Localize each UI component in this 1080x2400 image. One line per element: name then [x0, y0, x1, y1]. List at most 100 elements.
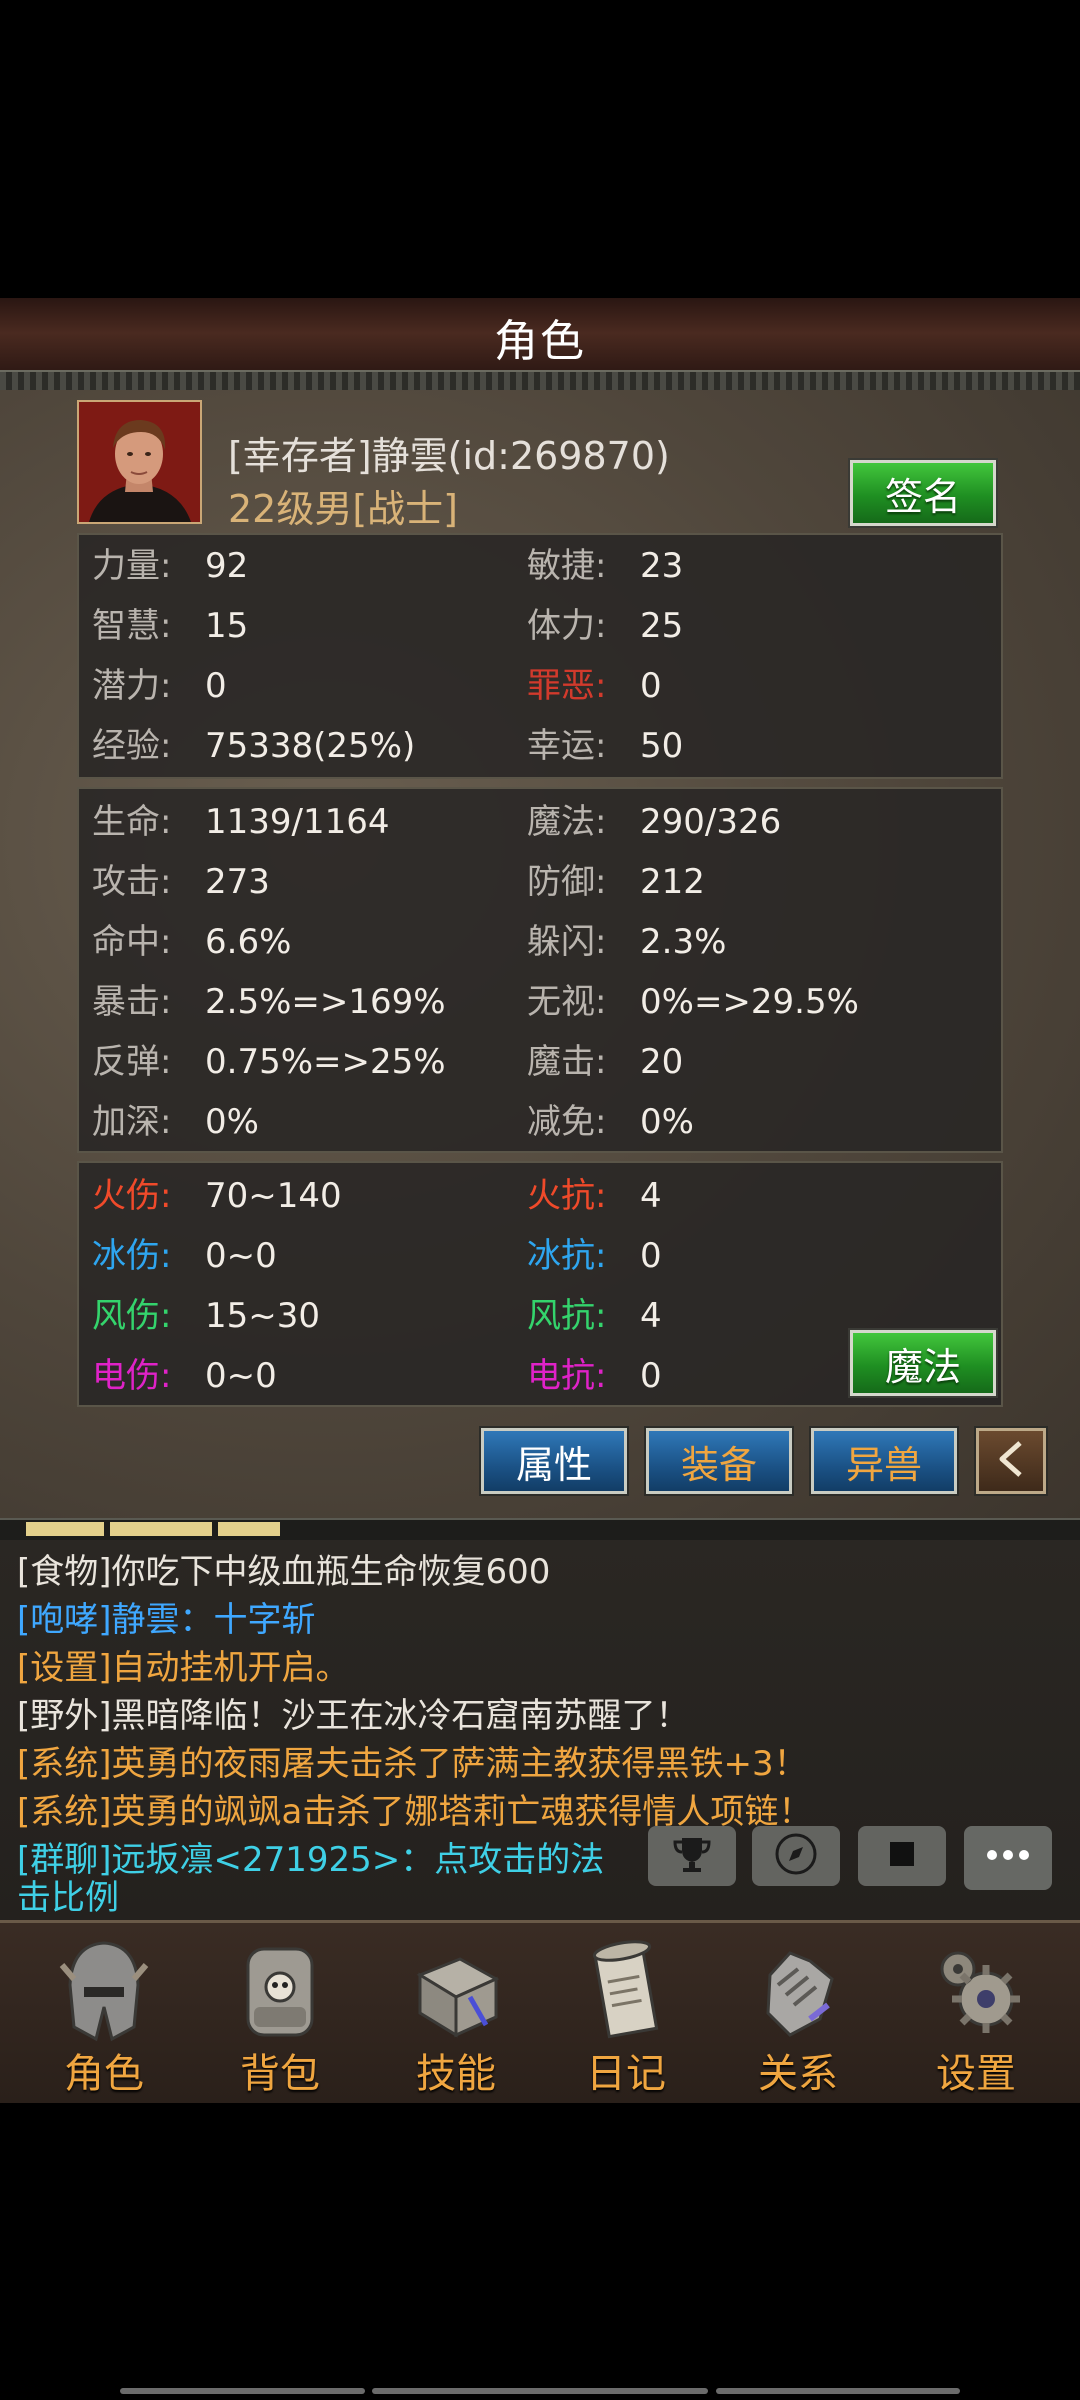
tab-attributes[interactable]: 属性 [479, 1426, 629, 1496]
compass-button[interactable] [752, 1826, 840, 1886]
nav-item-settings[interactable]: 设置 [888, 1923, 1064, 2103]
skill-book-icon [408, 1935, 504, 2045]
stat-value-wisdom: 15 [205, 606, 249, 646]
scroll-icon [578, 1935, 674, 2045]
chat-line: [系统]英勇的夜雨屠夫击杀了萨满主教获得黑铁+3！ [17, 1744, 808, 1784]
stat-value-dodge: 2.3% [640, 922, 727, 962]
stat-value-ignore: 0%=>29.5% [640, 982, 859, 1022]
stat-value-hp: 1139/1164 [205, 802, 390, 842]
stop-button[interactable] [858, 1826, 946, 1886]
stat-row: 攻击: 273 防御: 212 [79, 857, 1001, 907]
stat-row: 命中: 6.6% 躲闪: 2.3% [79, 917, 1001, 967]
stat-value-sin: 0 [640, 666, 662, 706]
stat-label-electric-damage: 电伤: [92, 1356, 172, 1396]
magic-button[interactable]: 魔法 [848, 1328, 998, 1398]
stat-label-strength: 力量: [92, 546, 172, 586]
stat-value-mp: 290/326 [640, 802, 782, 842]
stat-value-fire-damage: 70~140 [205, 1176, 342, 1216]
stat-label-attack: 攻击: [92, 862, 172, 902]
nav-label-diary: 日记 [586, 2051, 666, 2097]
trophy-button[interactable] [648, 1826, 736, 1886]
stat-label-dodge: 躲闪: [527, 922, 607, 962]
gauntlet-icon [750, 1935, 846, 2045]
tab-beast[interactable]: 异兽 [809, 1426, 959, 1496]
nav-label-settings: 设置 [936, 2051, 1016, 2097]
nav-item-relations[interactable]: 关系 [710, 1923, 886, 2103]
nav-label-relations: 关系 [758, 2051, 838, 2097]
compass-icon [773, 1831, 819, 1881]
stat-value-attack: 273 [205, 862, 270, 902]
stat-value-electric-damage: 0~0 [205, 1356, 277, 1396]
player-name: [幸存者]静雲(id:269870) [228, 434, 670, 478]
stat-value-reflect: 0.75%=>25% [205, 1042, 446, 1082]
backpack-icon [232, 1935, 328, 2045]
chat-scroll-tick [110, 1522, 212, 1536]
trophy-icon [670, 1832, 714, 1880]
stat-value-stamina: 25 [640, 606, 684, 646]
stat-value-experience: 75338(25%) [205, 726, 416, 766]
stat-label-stamina: 体力: [527, 606, 607, 646]
stat-label-mp: 魔法: [527, 802, 607, 842]
sign-button[interactable]: 签名 [848, 458, 998, 528]
stat-label-ignore: 无视: [527, 982, 607, 1022]
combat-stats-box: 生命: 1139/1164 魔法: 290/326 攻击: 273 防御: 21… [77, 787, 1003, 1153]
nav-item-diary[interactable]: 日记 [538, 1923, 714, 2103]
nav-item-role[interactable]: 角色 [16, 1923, 192, 2103]
stat-value-strength: 92 [205, 546, 249, 586]
chat-button[interactable] [964, 1826, 1052, 1890]
stat-value-ice-damage: 0~0 [205, 1236, 277, 1276]
stat-label-sin: 罪恶: [527, 666, 607, 706]
stat-row: 暴击: 2.5%=>169% 无视: 0%=>29.5% [79, 977, 1001, 1027]
page-title: 角色 [494, 316, 586, 367]
stat-label-defense: 防御: [527, 862, 607, 902]
title-bar: 角色 [0, 298, 1080, 376]
nav-label-bag: 背包 [240, 2051, 320, 2097]
home-indicator [716, 2388, 960, 2394]
player-level-class: 22级男[战士] [228, 487, 459, 531]
stat-row: 智慧: 15 体力: 25 [79, 601, 1001, 651]
stat-label-reflect: 反弹: [92, 1042, 172, 1082]
stat-row: 力量: 92 敏捷: 23 [79, 541, 1001, 591]
stat-label-luck: 幸运: [527, 726, 607, 766]
stat-row: 生命: 1139/1164 魔法: 290/326 [79, 797, 1001, 847]
home-indicator [120, 2388, 365, 2394]
stat-label-experience: 经验: [92, 726, 172, 766]
stat-label-ice-resist: 冰抗: [527, 1236, 607, 1276]
stat-value-reduce: 0% [640, 1102, 694, 1142]
nav-item-skills[interactable]: 技能 [368, 1923, 544, 2103]
stat-value-fire-resist: 4 [640, 1176, 662, 1216]
stat-label-hp: 生命: [92, 802, 172, 842]
stat-value-hit: 6.6% [205, 922, 292, 962]
stat-row: 加深: 0% 减免: 0% [79, 1097, 1001, 1147]
tab-equipment[interactable]: 装备 [644, 1426, 794, 1496]
bottom-nav: 角色 背包 技能 日记 关系 设置 [0, 1920, 1080, 2103]
stat-label-hit: 命中: [92, 922, 172, 962]
stat-value-deepen: 0% [205, 1102, 259, 1142]
stat-value-magic-attack: 20 [640, 1042, 684, 1082]
stat-row: 经验: 75338(25%) 幸运: 50 [79, 721, 1001, 771]
gear-icon [928, 1935, 1024, 2045]
stat-value-agility: 23 [640, 546, 684, 586]
stat-row: 火伤: 70~140 火抗: 4 [79, 1171, 1001, 1221]
avatar[interactable] [77, 400, 202, 524]
stat-label-crit: 暴击: [92, 982, 172, 1022]
stat-value-electric-resist: 0 [640, 1356, 662, 1396]
nav-item-bag[interactable]: 背包 [192, 1923, 368, 2103]
stat-value-ice-resist: 0 [640, 1236, 662, 1276]
collapse-button[interactable] [974, 1426, 1048, 1496]
chat-scroll-tick [26, 1522, 104, 1536]
chat-line: [食物]你吃下中级血瓶生命恢复600 [17, 1552, 551, 1592]
nav-label-role: 角色 [64, 2051, 144, 2097]
stat-label-ice-damage: 冰伤: [92, 1236, 172, 1276]
stat-label-agility: 敏捷: [527, 546, 607, 586]
stat-row: 潜力: 0 罪恶: 0 [79, 661, 1001, 711]
title-border [0, 370, 1080, 392]
chat-bubble-icon [980, 1841, 1036, 1875]
stat-label-wind-resist: 风抗: [527, 1296, 607, 1336]
helmet-icon [56, 1935, 152, 2045]
stat-value-defense: 212 [640, 862, 705, 902]
nav-label-skills: 技能 [416, 2051, 496, 2097]
stat-label-fire-damage: 火伤: [92, 1176, 172, 1216]
chat-line: [咆哮]静雲：十字斩 [17, 1600, 316, 1640]
chevron-left-icon [994, 1439, 1028, 1483]
